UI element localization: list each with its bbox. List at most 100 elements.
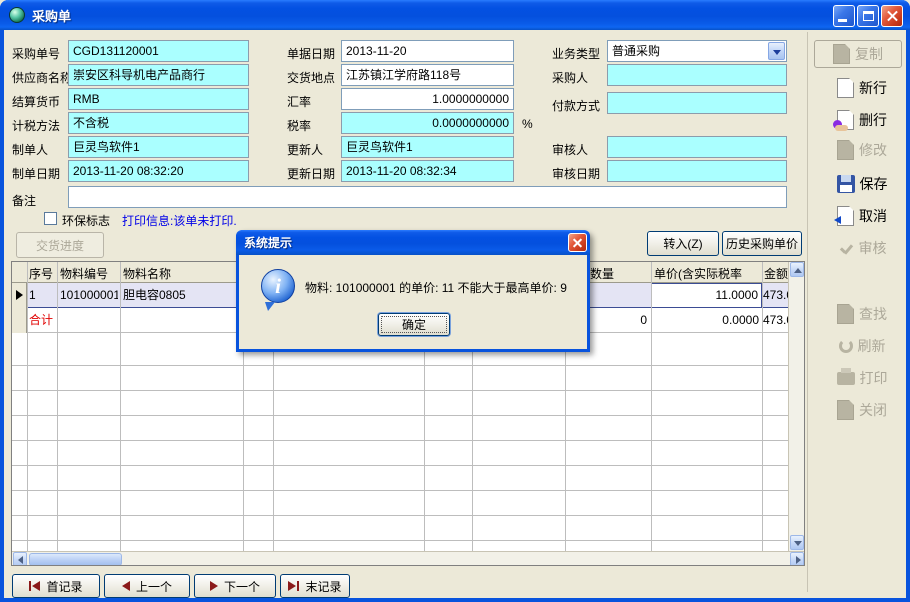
chevron-down-icon <box>773 50 781 55</box>
scroll-down-button[interactable] <box>790 535 804 550</box>
update-date-label: 更新日期 <box>287 165 335 182</box>
eco-checkbox[interactable] <box>44 212 57 225</box>
cell-amount: 473.00 <box>763 283 788 307</box>
biz-type-value: 普通采购 <box>612 44 660 58</box>
maximize-icon <box>863 11 874 21</box>
vertical-scrollbar[interactable] <box>788 262 804 551</box>
current-row-arrow-icon <box>16 290 23 300</box>
window-title: 采购单 <box>32 6 71 25</box>
last-record-button[interactable]: 末记录 <box>280 574 350 598</box>
titlebar: 采购单 <box>0 0 910 30</box>
tax-method-field[interactable]: 不含税 <box>68 112 249 134</box>
close-form-icon <box>837 400 854 420</box>
auditor-field[interactable] <box>607 136 787 158</box>
next-record-button[interactable]: 下一个 <box>194 574 276 598</box>
ok-button[interactable]: 确定 <box>378 313 450 336</box>
col-code[interactable]: 物料编号 <box>60 265 108 282</box>
minimize-button[interactable] <box>833 5 855 27</box>
modify-button[interactable]: 修改 <box>816 136 908 164</box>
print-icon <box>837 372 855 385</box>
cell-code: 101000001 <box>60 283 118 307</box>
focus-rect <box>381 316 447 333</box>
dialog-title: 系统提示 <box>244 234 292 251</box>
minimize-icon <box>838 19 847 22</box>
eco-checkbox-label: 环保标志 <box>62 212 110 229</box>
scrollbar-thumb[interactable] <box>29 553 122 566</box>
sidebar-divider <box>807 32 808 592</box>
new-row-button[interactable]: 新行 <box>816 74 908 102</box>
print-button[interactable]: 打印 <box>816 364 908 392</box>
exchange-rate-field[interactable]: 1.0000000000 <box>341 88 514 110</box>
transfer-button[interactable]: 转入(Z) <box>647 231 719 256</box>
updater-field[interactable]: 巨灵鸟软件1 <box>341 136 514 158</box>
remark-field[interactable] <box>68 186 787 208</box>
info-icon-tail <box>265 302 275 311</box>
history-price-button[interactable]: 历史采购单价 <box>722 231 802 256</box>
scroll-up-button[interactable] <box>790 262 804 277</box>
payment-label: 付款方式 <box>552 97 600 114</box>
doc-date-field[interactable]: 2013-11-20 <box>341 40 514 62</box>
horizontal-scrollbar[interactable] <box>12 551 805 566</box>
refresh-button[interactable]: 刷新 <box>816 332 908 360</box>
delivery-place-field[interactable]: 江苏镇江学府路118号 <box>341 64 514 86</box>
make-date-label: 制单日期 <box>12 165 60 182</box>
currency-field[interactable]: RMB <box>68 88 249 110</box>
audit-button[interactable]: 审核 <box>816 234 908 262</box>
cancel-button[interactable]: 取消 <box>816 202 908 230</box>
maximize-button[interactable] <box>857 5 879 27</box>
exchange-rate-label: 汇率 <box>287 93 311 110</box>
dialog-close-button[interactable] <box>568 233 587 252</box>
save-button[interactable]: 保存 <box>816 170 908 198</box>
tax-rate-label: 税率 <box>287 117 311 134</box>
new-row-icon <box>837 78 854 98</box>
biz-type-dropdown[interactable]: 普通采购 <box>607 40 787 62</box>
arrow-up-icon <box>794 268 802 273</box>
find-button[interactable]: 查找 <box>816 300 908 328</box>
tax-rate-suffix: % <box>522 117 533 131</box>
dropdown-button[interactable] <box>768 42 785 60</box>
cell-seq: 1 <box>29 283 56 307</box>
col-amount[interactable]: 金额(含实 <box>764 265 790 282</box>
previous-record-button[interactable]: 上一个 <box>104 574 190 598</box>
copy-button[interactable]: 复制 <box>814 40 902 68</box>
maker-field[interactable]: 巨灵鸟软件1 <box>68 136 249 158</box>
first-record-button[interactable]: 首记录 <box>12 574 100 598</box>
updater-label: 更新人 <box>287 141 323 158</box>
dialog-titlebar: 系统提示 <box>236 230 590 255</box>
payment-field[interactable] <box>607 92 787 114</box>
delivery-progress-button[interactable]: 交货进度 <box>16 232 104 258</box>
scroll-right-button[interactable] <box>790 552 804 566</box>
modify-icon <box>837 140 854 160</box>
tax-rate-field[interactable]: 0.0000000000 <box>341 112 514 134</box>
audit-date-field[interactable] <box>607 160 787 182</box>
auditor-label: 审核人 <box>552 141 588 158</box>
close-form-button[interactable]: 关闭 <box>816 396 908 424</box>
po-number-field[interactable]: CGD131120001 <box>68 40 249 62</box>
col-qty[interactable]: 数量 <box>590 265 614 282</box>
total-price: 0.0000 <box>651 308 759 332</box>
scroll-left-button[interactable] <box>13 552 27 566</box>
audit-date-label: 审核日期 <box>552 165 600 182</box>
remark-label: 备注 <box>12 192 36 209</box>
cell-price-selected[interactable]: 11.0000 <box>651 283 762 308</box>
col-price[interactable]: 单价(含实际税率 <box>654 265 760 282</box>
delete-row-button[interactable]: 删行 <box>816 106 908 134</box>
po-number-label: 采购单号 <box>12 45 60 62</box>
buyer-field[interactable] <box>607 64 787 86</box>
col-seq[interactable]: 序号 <box>29 265 53 282</box>
make-date-field[interactable]: 2013-11-20 08:32:20 <box>68 160 249 182</box>
empty-grid-area <box>12 333 790 551</box>
total-label: 合计 <box>29 308 56 332</box>
update-date-field[interactable]: 2013-11-20 08:32:34 <box>341 160 514 182</box>
buyer-label: 采购人 <box>552 69 588 86</box>
cell-name: 胆电容0805 <box>123 283 241 307</box>
maker-label: 制单人 <box>12 141 48 158</box>
supplier-field[interactable]: 崇安区科导机电产品商行 <box>68 64 249 86</box>
col-name[interactable]: 物料名称 <box>123 265 171 282</box>
currency-label: 结算货币 <box>12 93 60 110</box>
print-info-text: 打印信息:该单未打印. <box>122 212 237 229</box>
arrow-right-icon <box>796 556 801 564</box>
delete-row-icon <box>837 110 854 130</box>
supplier-label: 供应商名称 <box>12 69 72 86</box>
close-button[interactable] <box>881 5 903 27</box>
